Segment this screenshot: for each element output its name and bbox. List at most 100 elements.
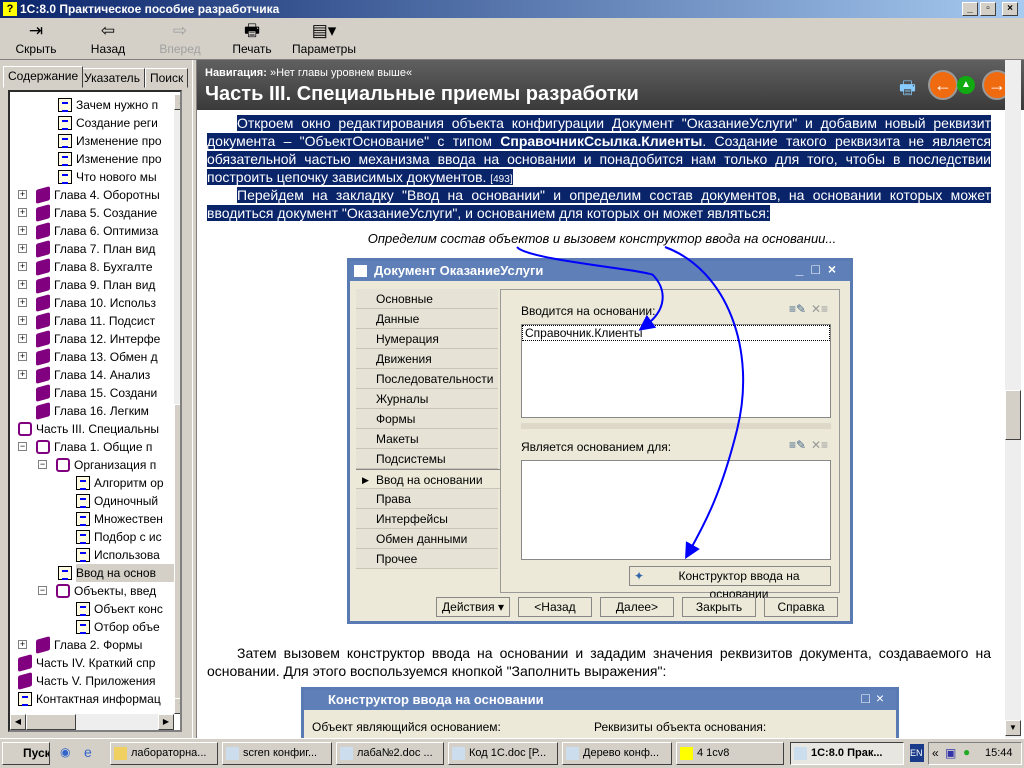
tree-item[interactable]: Часть III. Специальны xyxy=(10,420,174,438)
tree-item[interactable]: + Глава 10. Использ xyxy=(10,294,174,312)
task-app-icon xyxy=(680,747,693,760)
tree-item[interactable]: − Объекты, введ xyxy=(10,582,174,600)
tree-item[interactable]: Часть V. Приложения xyxy=(10,672,174,690)
forward-button[interactable]: ⇨ Вперед xyxy=(156,20,204,56)
page-icon xyxy=(76,620,90,634)
tree-item-label: Алгоритм ор xyxy=(94,476,164,490)
tree-item[interactable]: + Глава 9. План вид xyxy=(10,276,174,294)
basis-object-label: Объект являющийся основанием: xyxy=(312,720,501,734)
taskbar-button[interactable]: 1С:8.0 Прак... xyxy=(790,742,904,765)
scroll-down-button[interactable]: ▼ xyxy=(174,698,180,714)
expand-icon[interactable]: + xyxy=(18,370,27,379)
scroll-up-button[interactable]: ▲ xyxy=(174,94,180,110)
tree-item[interactable]: Множествен xyxy=(10,510,174,528)
content-scroll-thumb[interactable] xyxy=(1005,390,1021,440)
content-vertical-scrollbar[interactable]: ▼ xyxy=(1005,60,1021,738)
tree-item[interactable]: + Глава 14. Анализ xyxy=(10,366,174,384)
tree-item[interactable]: Алгоритм ор xyxy=(10,474,174,492)
task-label: лаба№2.doc ... xyxy=(357,747,433,759)
content-scroll-down[interactable]: ▼ xyxy=(1005,720,1021,736)
tab-index[interactable]: Указатель xyxy=(79,68,145,88)
taskbar-button[interactable]: scren конфиг... xyxy=(222,742,332,765)
back-button[interactable]: ⇦ Назад xyxy=(86,20,130,56)
tab-contents[interactable]: Содержание xyxy=(3,66,84,88)
taskbar-button[interactable]: Код 1С.doc [Р... xyxy=(448,742,558,765)
tree-item-label: Глава 5. Создание xyxy=(54,206,158,220)
tree-item[interactable]: + Глава 12. Интерфе xyxy=(10,330,174,348)
h-scroll-thumb[interactable] xyxy=(26,714,76,730)
tray-expand-icon[interactable]: « xyxy=(932,746,939,760)
open-book-icon xyxy=(56,584,70,598)
expand-icon[interactable]: + xyxy=(18,280,27,289)
tree-item[interactable]: Ввод на основ xyxy=(10,564,176,582)
start-button[interactable]: Пуск xyxy=(2,742,50,765)
options-button[interactable]: ▤▾ Параметры xyxy=(292,20,356,56)
tree-item[interactable]: − Организация п xyxy=(10,456,174,474)
expand-icon[interactable]: + xyxy=(18,334,27,343)
expand-icon[interactable]: + xyxy=(18,352,27,361)
tree-item[interactable]: + Глава 13. Обмен д xyxy=(10,348,174,366)
language-indicator[interactable]: EN xyxy=(910,744,924,762)
tree-item-label: Объект конс xyxy=(94,602,163,616)
collapse-icon[interactable]: − xyxy=(38,460,47,469)
tree-horizontal-scrollbar[interactable]: ◀ ▶ xyxy=(10,714,174,730)
tree-item[interactable]: Одиночный xyxy=(10,492,174,510)
tree-item[interactable]: Глава 16. Легким xyxy=(10,402,174,420)
tree-item[interactable]: + Глава 8. Бухгалте xyxy=(10,258,174,276)
close-button[interactable]: × xyxy=(1002,2,1018,16)
taskbar: Пуск ◉ e лабораторна... scren конфиг... ла… xyxy=(0,738,1024,768)
expand-icon[interactable]: + xyxy=(18,316,27,325)
internet-explorer-icon[interactable]: e xyxy=(84,744,92,760)
scroll-thumb[interactable] xyxy=(174,404,180,704)
hide-button[interactable]: ⇥ Скрыть xyxy=(14,20,58,56)
antivirus-icon[interactable]: ● xyxy=(963,745,970,759)
expand-icon[interactable]: + xyxy=(18,640,27,649)
closed-book-icon xyxy=(36,222,50,240)
quicklaunch-icon[interactable]: ◉ xyxy=(60,745,70,759)
tree-item[interactable]: Контактная информац xyxy=(10,690,174,708)
tree-item[interactable]: + Глава 11. Подсист xyxy=(10,312,174,330)
maximize-button[interactable]: ▫ xyxy=(980,2,996,16)
tree-item[interactable]: Что нового мы xyxy=(10,168,174,186)
tree-item[interactable]: Часть IV. Краткий спр xyxy=(10,654,174,672)
taskbar-button[interactable]: Дерево конф... xyxy=(562,742,672,765)
page-icon xyxy=(76,548,90,562)
scroll-left-button[interactable]: ◀ xyxy=(10,714,26,730)
expand-icon[interactable]: + xyxy=(18,298,27,307)
collapse-icon[interactable]: − xyxy=(38,586,47,595)
tree-item[interactable]: Глава 15. Создани xyxy=(10,384,174,402)
minimize-button[interactable]: _ xyxy=(962,2,978,16)
print-button[interactable]: 🖶 Печать xyxy=(230,20,274,56)
closed-book-icon xyxy=(36,384,50,402)
tree-vertical-scrollbar[interactable]: ▲ ▼ xyxy=(174,94,180,714)
constructor-window-controls[interactable]: □× xyxy=(861,690,890,706)
expand-icon[interactable]: + xyxy=(18,262,27,271)
tree-item[interactable]: Отбор объе xyxy=(10,618,174,636)
taskbar-button[interactable]: 4 1cv8 xyxy=(676,742,784,765)
tree-item[interactable]: + Глава 7. План вид xyxy=(10,240,174,258)
closed-book-icon xyxy=(36,276,50,294)
tree-item[interactable]: Использова xyxy=(10,546,174,564)
taskbar-button[interactable]: лаба№2.doc ... xyxy=(336,742,444,765)
tree-item[interactable]: − Глава 1. Общие п xyxy=(10,438,174,456)
tree-item[interactable]: Создание реги xyxy=(10,114,174,132)
closed-book-icon xyxy=(36,312,50,330)
tree-item[interactable]: Подбор с ис xyxy=(10,528,174,546)
network-icon[interactable]: ▣ xyxy=(945,746,956,760)
expand-icon[interactable]: + xyxy=(18,244,27,253)
collapse-icon[interactable]: − xyxy=(18,442,27,451)
expand-icon[interactable]: + xyxy=(18,190,27,199)
tree-item[interactable]: Зачем нужно п xyxy=(10,96,174,114)
tab-search[interactable]: Поиск xyxy=(145,68,189,88)
expand-icon[interactable]: + xyxy=(18,208,27,217)
tree-item[interactable]: Объект конс xyxy=(10,600,174,618)
taskbar-button[interactable]: лабораторна... xyxy=(110,742,218,765)
tree-item[interactable]: + Глава 4. Оборотны xyxy=(10,186,174,204)
expand-icon[interactable]: + xyxy=(18,226,27,235)
scroll-right-button[interactable]: ▶ xyxy=(158,714,174,730)
tree-item[interactable]: Изменение про xyxy=(10,132,174,150)
tree-item[interactable]: + Глава 6. Оптимиза xyxy=(10,222,174,240)
tree-item[interactable]: + Глава 2. Формы xyxy=(10,636,174,654)
tree-item[interactable]: Изменение про xyxy=(10,150,174,168)
tree-item[interactable]: + Глава 5. Создание xyxy=(10,204,174,222)
